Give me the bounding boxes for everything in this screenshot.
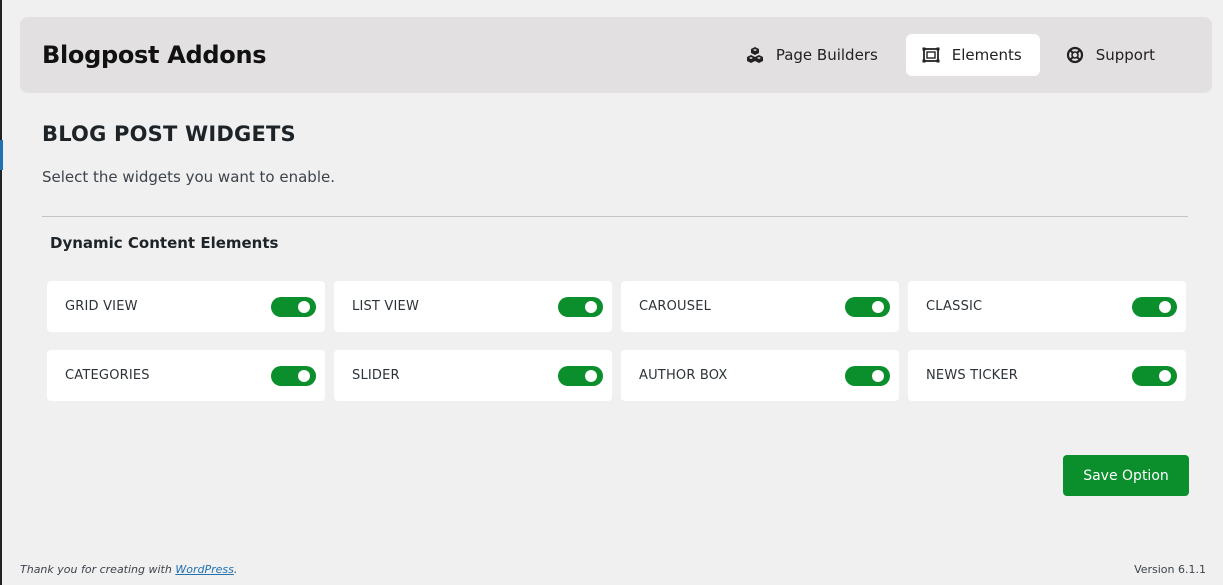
widget-card-grid-view: GRID VIEW [47, 281, 325, 332]
toggle-switch[interactable] [271, 365, 316, 386]
widget-card-list-view: LIST VIEW [334, 281, 612, 332]
widget-label: LIST VIEW [352, 299, 419, 314]
widget-card-classic: CLASSIC [908, 281, 1186, 332]
plugin-nav: Page Builders Elements Support [730, 34, 1173, 76]
footer-thanks-suffix: . [233, 563, 238, 576]
widget-card-slider: SLIDER [334, 350, 612, 401]
wordpress-link[interactable]: WordPress [175, 563, 234, 576]
toggle-knob [1159, 300, 1171, 313]
toggle-knob [872, 300, 884, 313]
toggle-switch[interactable] [845, 365, 890, 386]
nav-page-builders[interactable]: Page Builders [730, 34, 896, 76]
toggle-knob [298, 300, 310, 313]
toggle-switch[interactable] [845, 296, 890, 317]
widget-label: GRID VIEW [65, 299, 138, 314]
nav-label: Elements [951, 46, 1022, 64]
widget-label: CLASSIC [926, 299, 983, 314]
page-subtitle: Select the widgets you want to enable. [42, 168, 335, 186]
nav-elements[interactable]: Elements [905, 34, 1040, 76]
toggle-switch[interactable] [1132, 296, 1177, 317]
toggle-switch[interactable] [1132, 365, 1177, 386]
widget-card-categories: CATEGORIES [47, 350, 325, 401]
plugin-header: Blogpost Addons Page Builders Elements S… [20, 17, 1212, 93]
toggle-switch[interactable] [558, 296, 603, 317]
cubes-icon [746, 46, 764, 64]
widget-label: CATEGORIES [65, 368, 150, 383]
nav-label: Support [1095, 46, 1155, 64]
toggle-knob [585, 369, 597, 382]
save-option-button[interactable]: Save Option [1063, 455, 1189, 496]
main-content: BLOG POST WIDGETS Select the widgets you… [42, 122, 1190, 401]
footer-credit: Thank you for creating with WordPress. [20, 563, 237, 576]
version-text: Version 6.1.1 [1134, 563, 1206, 576]
frame-icon [922, 46, 940, 64]
widget-card-news-ticker: NEWS TICKER [908, 350, 1186, 401]
toggle-knob [585, 300, 597, 313]
lifebuoy-icon [1066, 46, 1084, 64]
section-title: Dynamic Content Elements [50, 234, 279, 252]
widget-label: SLIDER [352, 368, 400, 383]
widget-grid: GRID VIEW LIST VIEW CAROUSEL CLASSIC CAT… [47, 281, 1186, 401]
page-title: BLOG POST WIDGETS [42, 122, 296, 146]
widget-card-carousel: CAROUSEL [621, 281, 899, 332]
toggle-switch[interactable] [558, 365, 603, 386]
toggle-knob [872, 369, 884, 382]
widget-label: NEWS TICKER [926, 368, 1019, 383]
footer-thanks-text: Thank you for creating with [20, 563, 172, 576]
divider [42, 216, 1188, 217]
admin-sidebar-edge [0, 0, 2, 585]
nav-label: Page Builders [775, 46, 878, 64]
widget-label: CAROUSEL [639, 299, 712, 314]
toggle-switch[interactable] [271, 296, 316, 317]
toggle-knob [1159, 369, 1171, 382]
toggle-knob [298, 369, 310, 382]
widget-label: AUTHOR BOX [639, 368, 728, 383]
plugin-title: Blogpost Addons [42, 41, 267, 69]
admin-sidebar-active-indicator [0, 140, 3, 170]
nav-support[interactable]: Support [1050, 34, 1173, 76]
widget-card-author-box: AUTHOR BOX [621, 350, 899, 401]
